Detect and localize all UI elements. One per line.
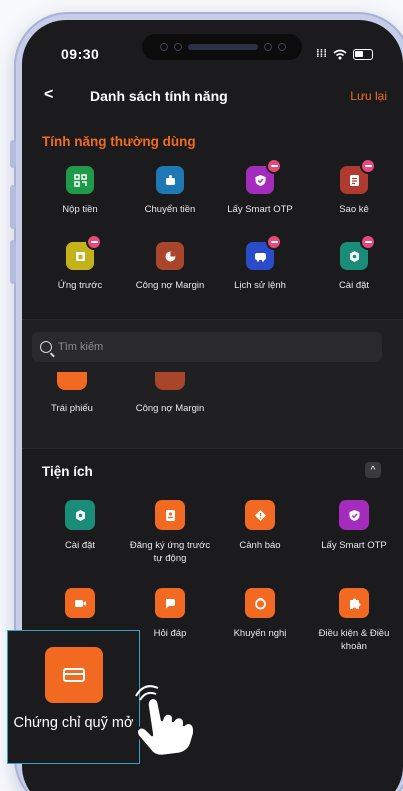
feature-tile (155, 588, 185, 618)
chat-icon (165, 598, 175, 608)
feature-label: Khuyến nghị (233, 628, 287, 639)
search-panel: Trái phiếu Công nợ Margin (22, 319, 403, 449)
feature-item[interactable]: Đăng ký ứng trước tự động (126, 500, 214, 565)
feature-item[interactable]: Nộp tiền (36, 166, 124, 216)
search-result-item[interactable]: Trái phiếu (28, 372, 116, 415)
divider (22, 448, 403, 449)
phone-button (10, 185, 16, 229)
feature-item[interactable]: Cài đặt (310, 234, 398, 292)
highlight-callout[interactable]: Chứng chỉ quỹ mở (7, 630, 140, 764)
feature-item[interactable]: Chuyển tiền (126, 166, 214, 216)
feature-tile (65, 500, 95, 530)
feature-tile (245, 588, 275, 618)
register-icon (165, 509, 175, 521)
pie-chart-icon (165, 251, 175, 261)
save-button[interactable]: Lưu lại (350, 89, 387, 103)
settings-icon (75, 509, 85, 521)
feature-label: Sao kê (339, 204, 369, 215)
search-input[interactable] (58, 341, 358, 353)
search-icon (40, 341, 52, 353)
signal-icon: ⁞⁞⁞ (316, 48, 327, 60)
card-icon (62, 668, 85, 682)
hand-pointer-icon (135, 685, 196, 758)
status-icons: ⁞⁞⁞ (316, 48, 373, 60)
feature-tile (340, 158, 376, 194)
nav-bar: < Danh sách tính năng Lưu lại (22, 86, 403, 110)
feature-item[interactable]: Lịch sử lệnh (216, 234, 304, 292)
feature-tile (155, 372, 185, 390)
battery-icon (353, 48, 373, 60)
feature-tile (44, 647, 103, 703)
remove-badge-icon[interactable] (360, 234, 376, 250)
remove-badge-icon[interactable] (266, 234, 282, 250)
feature-tile (245, 500, 275, 530)
feature-label: Công nợ Margin (135, 403, 205, 414)
status-time: 09:30 (61, 46, 100, 62)
settings-icon (349, 250, 359, 262)
feature-tile (246, 158, 282, 194)
feature-tile (339, 588, 369, 618)
feature-item[interactable]: Công nợ Margin (126, 242, 214, 292)
feature-label: Đăng ký ứng trước tự động (129, 540, 211, 564)
video-icon (74, 599, 86, 607)
feature-item[interactable]: Cảnh báo (216, 500, 304, 552)
feature-tile (155, 500, 185, 530)
search-result-item[interactable]: Công nợ Margin (126, 372, 214, 415)
feature-tile (66, 234, 102, 270)
money-transfer-icon (165, 174, 175, 185)
collapse-button[interactable]: ^ (365, 462, 381, 478)
feature-tile (156, 166, 184, 194)
shield-check-icon (349, 509, 359, 521)
feature-item[interactable] (36, 588, 124, 627)
feature-label: Nộp tiền (62, 204, 98, 215)
shield-check-icon (255, 174, 265, 186)
feature-item[interactable]: Ứng trước (36, 234, 124, 292)
wifi-icon (333, 49, 347, 59)
remove-badge-icon[interactable] (266, 158, 282, 174)
alert-icon (254, 509, 266, 521)
feature-item[interactable]: Điều kiện & Điều khoản (310, 588, 398, 653)
feature-item[interactable]: Lấy Smart OTP (216, 158, 304, 216)
feature-label: Điều kiện & Điều khoản (318, 628, 390, 652)
section-title-utilities: Tiện ích (42, 464, 93, 479)
feature-tile (156, 242, 184, 270)
history-icon (254, 252, 266, 262)
phone-button (10, 240, 16, 284)
feature-label: Cài đặt (338, 280, 370, 291)
notch (142, 34, 302, 60)
feature-label: Cảnh báo (239, 540, 281, 551)
feature-tile (66, 166, 94, 194)
feature-label: Chuyển tiền (144, 204, 196, 215)
feature-label: Cài đặt (64, 540, 96, 551)
feature-item[interactable]: Lấy Smart OTP (310, 500, 398, 552)
back-button[interactable]: < (44, 86, 53, 104)
puzzle-icon (349, 598, 360, 609)
feature-tile (340, 234, 376, 270)
statement-icon (349, 174, 359, 186)
phone-button (10, 140, 16, 168)
remove-badge-icon[interactable] (86, 234, 102, 250)
feature-tile (57, 372, 87, 390)
feature-item[interactable]: Khuyến nghị (216, 588, 304, 640)
advance-icon (75, 251, 85, 261)
feature-item[interactable]: Cài đặt (36, 500, 124, 552)
feature-label: Công nợ Margin (135, 280, 205, 291)
feature-tile (339, 500, 369, 530)
feature-tile (246, 234, 282, 270)
callout-label: Chứng chỉ quỹ mở (13, 715, 134, 731)
section-title-frequent: Tính năng thường dùng (42, 134, 196, 149)
feature-label: Lịch sử lệnh (234, 280, 286, 291)
search-bar[interactable] (32, 332, 382, 362)
remove-badge-icon[interactable] (360, 158, 376, 174)
feature-label: Ứng trước (57, 280, 103, 291)
feature-tile (65, 588, 95, 618)
feature-item[interactable]: Sao kê (310, 158, 398, 216)
qr-code-icon (73, 173, 87, 187)
feature-label: Lấy Smart OTP (227, 204, 293, 215)
page-title: Danh sách tính năng (90, 88, 228, 104)
feature-label: Lấy Smart OTP (321, 540, 387, 551)
feature-label: Trái phiếu (51, 403, 93, 414)
recommend-icon (254, 597, 266, 609)
